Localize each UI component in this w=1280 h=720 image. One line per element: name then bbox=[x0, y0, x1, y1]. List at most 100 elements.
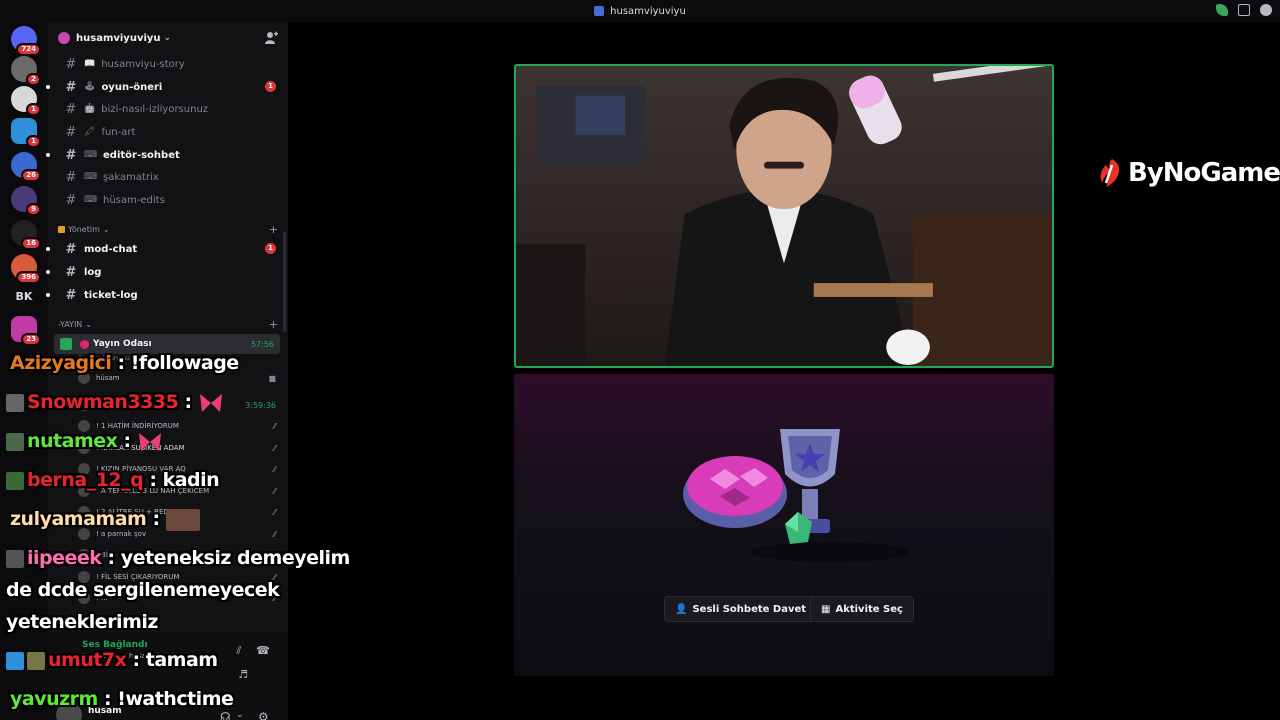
voice-user[interactable]: ! 1 HATİM İNDİRİYORUM ⁄⁄ bbox=[78, 420, 278, 432]
deafened-icon: ⁄⁄ bbox=[273, 529, 276, 539]
help-icon[interactable] bbox=[1260, 4, 1272, 16]
voice-user-name: ! FİL SESİ ÇIKARIYORUM bbox=[96, 573, 180, 581]
voice-user[interactable]: ! KAYNAR SUSİKEN ADAM ⁄⁄ bbox=[78, 442, 278, 454]
voice-timer: 57:56 bbox=[250, 339, 274, 349]
voice-user-name: ! a parnak şov bbox=[96, 530, 147, 538]
chevron-down-icon: ⌄ bbox=[102, 225, 110, 234]
channel-item[interactable]: # 🖍 fun-art bbox=[48, 122, 280, 142]
channel-emoji: 🤖 bbox=[84, 104, 96, 114]
user-panel: hüsam ☊ ⌄ ⚙ bbox=[48, 692, 288, 720]
hash-icon: # bbox=[65, 287, 77, 303]
server-rail: 724 2 1 1 26 9 16 396 BK 23 bbox=[0, 22, 48, 720]
channel-item[interactable]: # ⌨ şakamatrix bbox=[48, 167, 280, 187]
window-titlebar: husamviyuviyu bbox=[0, 0, 1280, 22]
choose-activity-button[interactable]: ▦ Aktivite Seç bbox=[810, 596, 914, 622]
channel-emoji: 🕹 bbox=[84, 82, 96, 92]
channel-item[interactable]: # 📖 husamviyu-story bbox=[48, 54, 280, 74]
voice-user[interactable]: hüsam ■ bbox=[78, 372, 278, 384]
category-yonetim[interactable]: Yönetim ⌄ + bbox=[58, 223, 278, 236]
voice-channel-label: Yayın Odası bbox=[93, 339, 152, 349]
channel-item[interactable]: # mod-chat 1 bbox=[46, 239, 280, 259]
avatar bbox=[78, 420, 90, 432]
server-icon[interactable]: 16 bbox=[11, 220, 41, 250]
server-icon[interactable]: 2 bbox=[11, 56, 41, 86]
speaker-icon bbox=[60, 338, 72, 350]
voice-user-name: ! KIZIN PİYANOSU VAR AQ bbox=[96, 465, 186, 473]
camera-icon: ■ bbox=[268, 373, 276, 383]
inbox-icon[interactable] bbox=[1238, 4, 1250, 16]
unread-dot bbox=[46, 153, 50, 157]
voice-user[interactable]: ! BİL ⁄⁄ bbox=[78, 549, 278, 561]
server-badge: 16 bbox=[21, 237, 41, 250]
hash-icon: # bbox=[65, 147, 77, 163]
stage-area: 👤 Sesli Sohbete Davet et ▦ Aktivite Seç … bbox=[288, 22, 1280, 720]
discord-home-icon[interactable]: 724 bbox=[11, 26, 41, 56]
channel-label: fun-art bbox=[101, 126, 136, 138]
voice-connected-status[interactable]: Ses Bağlandı bbox=[82, 640, 148, 650]
trophy-illustration-icon bbox=[683, 429, 910, 562]
avatar[interactable] bbox=[56, 702, 82, 720]
server-header[interactable]: husamviyuviyu ⌄ bbox=[48, 22, 288, 54]
channel-label: editör-sohbet bbox=[103, 149, 180, 161]
voice-user[interactable]: ! FİL SESİ ÇIKARIYORUM ⁄⁄ bbox=[78, 571, 278, 583]
noise-suppression-icon[interactable]: ⫽ bbox=[232, 644, 246, 658]
avatar bbox=[78, 463, 90, 475]
channel-label: husamviyu-story bbox=[101, 58, 185, 70]
add-user-icon[interactable] bbox=[264, 31, 278, 45]
voice-user[interactable]: ! KIZIN PİYANOSU VAR AQ ⁄⁄ bbox=[78, 463, 278, 475]
voice-user-timer: 3:59:36 bbox=[245, 400, 276, 410]
server-icon[interactable]: 9 bbox=[11, 186, 41, 216]
voice-user[interactable]: ! 2 ALİTRE SU + REDBULL ⁄⁄ bbox=[78, 506, 278, 518]
channel-item[interactable]: # ⌨ editör-sohbet bbox=[46, 145, 280, 165]
channel-label: hüsam-edits bbox=[103, 194, 165, 206]
voice-connected-location[interactable]: Yayın Odası / husamviyuviyu bbox=[82, 652, 182, 660]
soundboard-icon[interactable]: ♬ bbox=[236, 668, 250, 682]
sidebar-scrollbar[interactable] bbox=[283, 232, 286, 332]
headphones-icon[interactable]: ☊ bbox=[220, 710, 231, 720]
voice-user[interactable]: 3:59:36 bbox=[78, 399, 278, 411]
chevron-down-icon[interactable]: ⌄ bbox=[236, 710, 244, 720]
category-yayin[interactable]: -YAYIN ⌄ + bbox=[58, 318, 278, 331]
channel-item[interactable]: # ticket-log bbox=[46, 285, 280, 305]
gear-icon[interactable]: ⚙ bbox=[258, 710, 269, 720]
server-icon[interactable]: 1 bbox=[11, 118, 41, 148]
video-stream-tile[interactable] bbox=[514, 64, 1054, 368]
server-badge: 724 bbox=[16, 43, 41, 56]
add-channel-icon[interactable]: + bbox=[269, 318, 278, 331]
avatar bbox=[78, 485, 90, 497]
server-icon[interactable]: 23 bbox=[11, 316, 41, 346]
server-bk[interactable]: BK bbox=[11, 284, 37, 310]
server-badge: 1 bbox=[26, 135, 41, 148]
server-icon[interactable]: 26 bbox=[11, 152, 41, 182]
server-badge: 2 bbox=[26, 73, 41, 86]
disconnect-icon[interactable]: ☎ bbox=[256, 644, 270, 658]
voice-user[interactable]: ! a parnak şov ⁄⁄ bbox=[78, 528, 278, 540]
voice-user-name: ! A TER ELLE 3 LÜ NAH ÇEKİCEM bbox=[96, 487, 210, 495]
add-user-icon: 👤 bbox=[675, 603, 688, 615]
avatar bbox=[78, 372, 90, 384]
server-icon[interactable]: 396 bbox=[11, 254, 41, 284]
mention-badge: 1 bbox=[265, 81, 276, 92]
leaf-icon[interactable] bbox=[1216, 4, 1228, 16]
lock-icon bbox=[58, 226, 65, 233]
voice-channel-status[interactable]: Bir kanal durumu belirle bbox=[78, 355, 278, 362]
voice-user[interactable]: ! ... ⁄⁄ bbox=[78, 592, 278, 604]
activity-button-label: Aktivite Seç bbox=[835, 603, 903, 615]
deafened-icon: ⁄⁄ bbox=[273, 464, 276, 474]
voice-user[interactable]: ! A TER ELLE 3 LÜ NAH ÇEKİCEM ⁄⁄ bbox=[78, 485, 278, 497]
hash-icon: # bbox=[65, 56, 77, 72]
voice-channel-yayin-odasi[interactable]: Yayın Odası 57:56 bbox=[54, 334, 280, 354]
channel-item[interactable]: # 🕹 oyun-öneri 1 bbox=[46, 77, 280, 97]
user-name[interactable]: hüsam bbox=[88, 706, 122, 716]
server-icon[interactable]: 1 bbox=[11, 86, 41, 116]
invite-to-voice-button[interactable]: 👤 Sesli Sohbete Davet et bbox=[664, 596, 833, 622]
titlebar-actions bbox=[1216, 4, 1272, 16]
sponsor-logo: ByNoGame bbox=[1098, 157, 1280, 189]
channel-item[interactable]: # 🤖 bizi-nasıl-izliyorsunuz bbox=[48, 99, 280, 119]
unread-dot bbox=[46, 293, 50, 297]
deafened-icon: ⁄⁄ bbox=[273, 572, 276, 582]
add-channel-icon[interactable]: + bbox=[269, 223, 278, 236]
channel-item[interactable]: # ⌨ hüsam-edits bbox=[48, 190, 280, 210]
channel-emoji: ⌨ bbox=[84, 150, 97, 160]
channel-item[interactable]: # log bbox=[46, 262, 280, 282]
